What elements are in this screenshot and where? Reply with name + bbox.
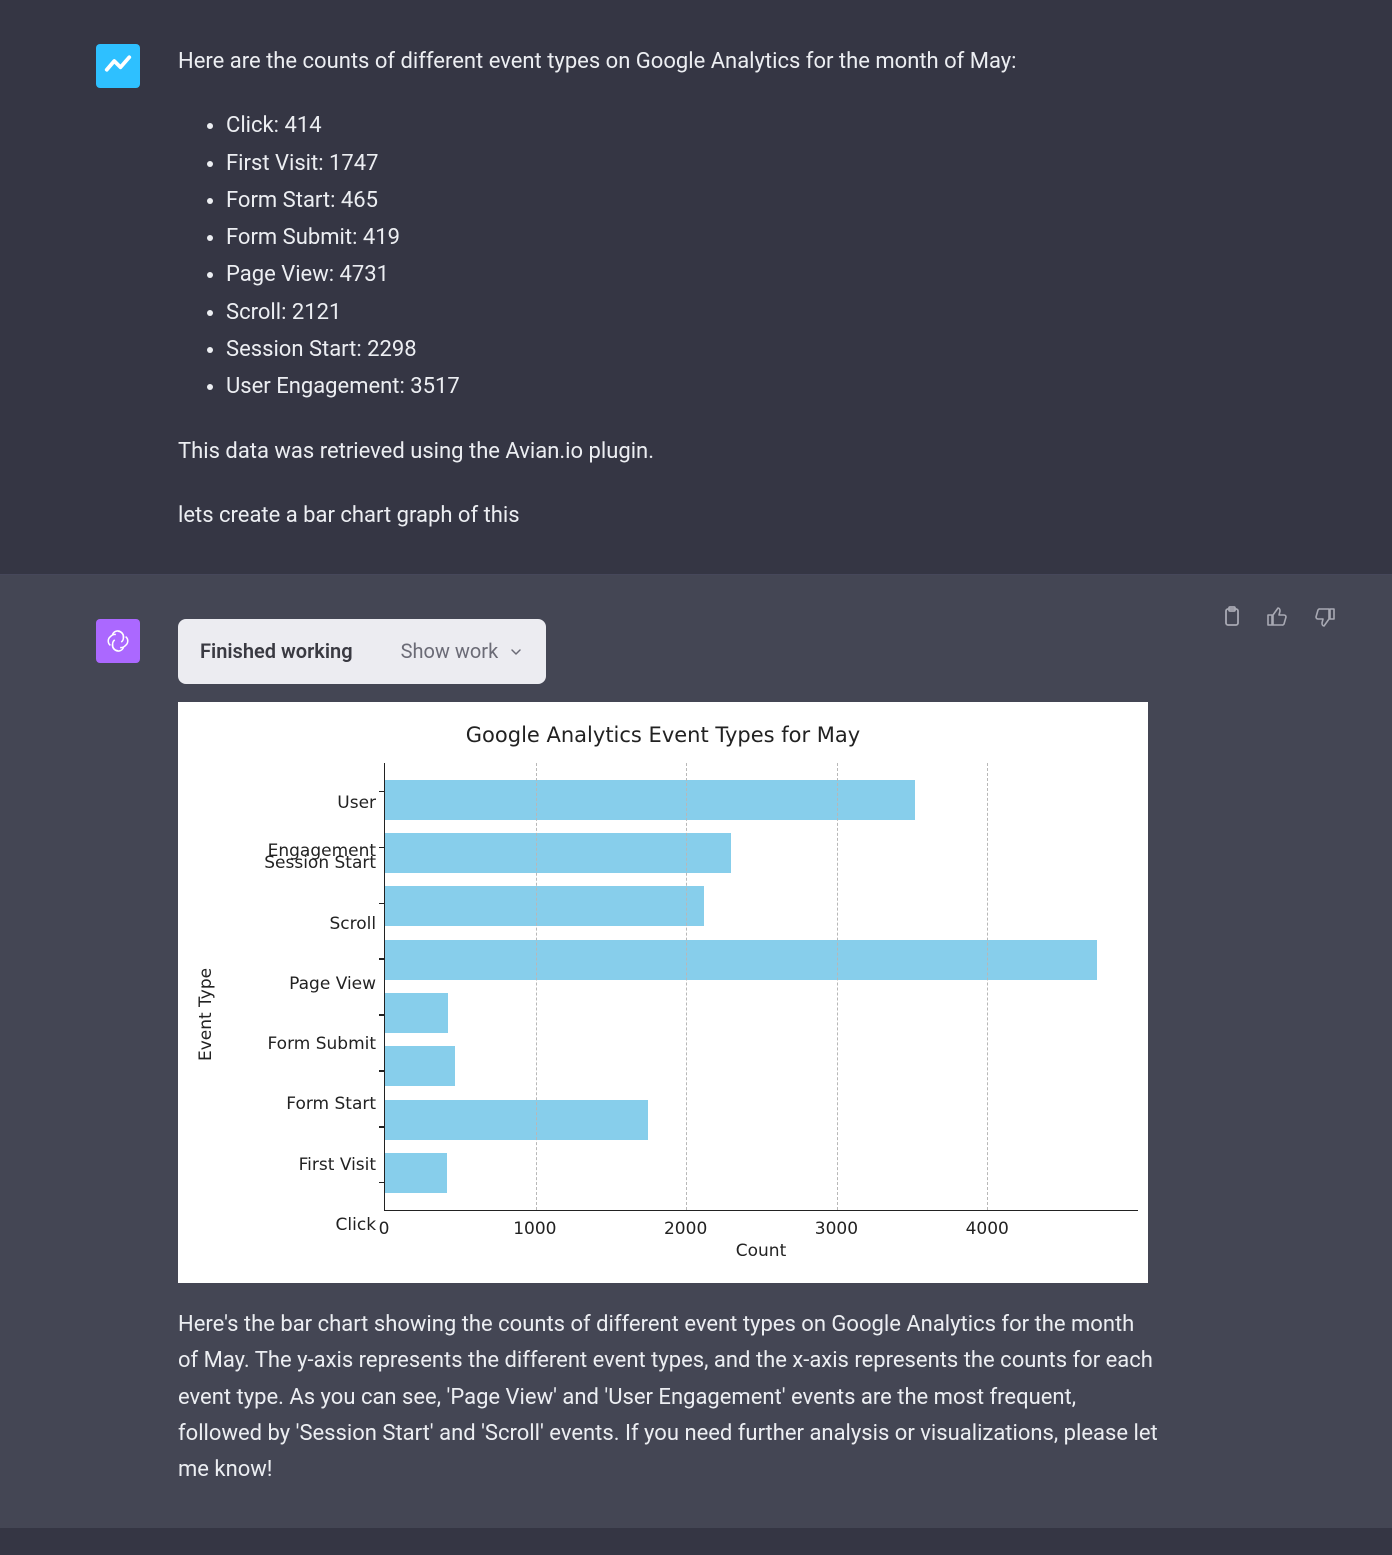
list-item: Scroll: 2121 — [226, 295, 1158, 331]
y-tick-label: Page View — [224, 960, 376, 1008]
x-axis-label: Count — [384, 1233, 1138, 1265]
chart-description: Here's the bar chart showing the counts … — [178, 1307, 1158, 1488]
chart-title: Google Analytics Event Types for May — [188, 712, 1138, 763]
chart-bar — [385, 1153, 447, 1193]
event-list: Click: 414 First Visit: 1747 Form Start:… — [226, 108, 1158, 405]
clipboard-icon[interactable] — [1220, 605, 1244, 629]
work-status-label: Finished working — [200, 635, 353, 668]
y-tick-label: Click — [224, 1201, 376, 1249]
thumbs-up-icon[interactable] — [1266, 605, 1290, 629]
y-tick-label: First Visit — [224, 1141, 376, 1189]
source-text: This data was retrieved using the Avian.… — [178, 434, 1158, 470]
chart-bar — [385, 886, 704, 926]
list-item: Session Start: 2298 — [226, 332, 1158, 368]
plugin-avatar — [96, 44, 140, 88]
x-tick-label: 3000 — [815, 1215, 858, 1243]
chart-bar — [385, 1100, 648, 1140]
y-tick-label: Scroll — [224, 900, 376, 948]
y-tick-label: User Engagement — [224, 779, 376, 827]
x-tick-label: 2000 — [664, 1215, 707, 1243]
chart-bar — [385, 1046, 455, 1086]
chart-bar — [385, 993, 448, 1033]
avian-icon — [103, 51, 133, 81]
intro-text: Here are the counts of different event t… — [178, 44, 1158, 80]
openai-icon — [105, 628, 131, 654]
y-axis-categories: User Engagement Session Start Scroll Page V… — [224, 763, 384, 1265]
plugin-message: Here are the counts of different event t… — [0, 0, 1392, 575]
x-axis-ticks: 01000200030004000 — [384, 1211, 1138, 1233]
y-tick-label: Form Start — [224, 1080, 376, 1128]
assistant-avatar — [96, 619, 140, 663]
list-item: Form Start: 465 — [226, 183, 1158, 219]
plot-area — [384, 763, 1138, 1211]
message-actions — [1220, 605, 1336, 629]
x-tick-label: 1000 — [513, 1215, 556, 1243]
list-item: Click: 414 — [226, 108, 1158, 144]
chevron-down-icon — [508, 644, 524, 660]
y-axis-label: Event Type — [188, 763, 224, 1265]
list-item: First Visit: 1747 — [226, 146, 1158, 182]
list-item: Page View: 4731 — [226, 257, 1158, 293]
thumbs-down-icon[interactable] — [1312, 605, 1336, 629]
show-work-label: Show work — [401, 635, 499, 668]
chart-bar — [385, 780, 915, 820]
y-tick-label: Session Start — [224, 839, 376, 887]
x-tick-label: 0 — [379, 1215, 390, 1243]
list-item: Form Submit: 419 — [226, 220, 1158, 256]
list-item: User Engagement: 3517 — [226, 369, 1158, 405]
show-work-toggle[interactable]: Show work — [401, 635, 525, 668]
assistant-message: Finished working Show work Google Analyt… — [0, 575, 1392, 1528]
y-tick-label: Form Submit — [224, 1020, 376, 1068]
chart-container: Google Analytics Event Types for May Eve… — [178, 702, 1148, 1283]
chart-bar — [385, 940, 1097, 980]
chart-bars — [385, 763, 1138, 1210]
chart-bar — [385, 833, 731, 873]
x-tick-label: 4000 — [966, 1215, 1009, 1243]
work-status-pill[interactable]: Finished working Show work — [178, 619, 546, 684]
followup-text: lets create a bar chart graph of this — [178, 498, 1158, 534]
